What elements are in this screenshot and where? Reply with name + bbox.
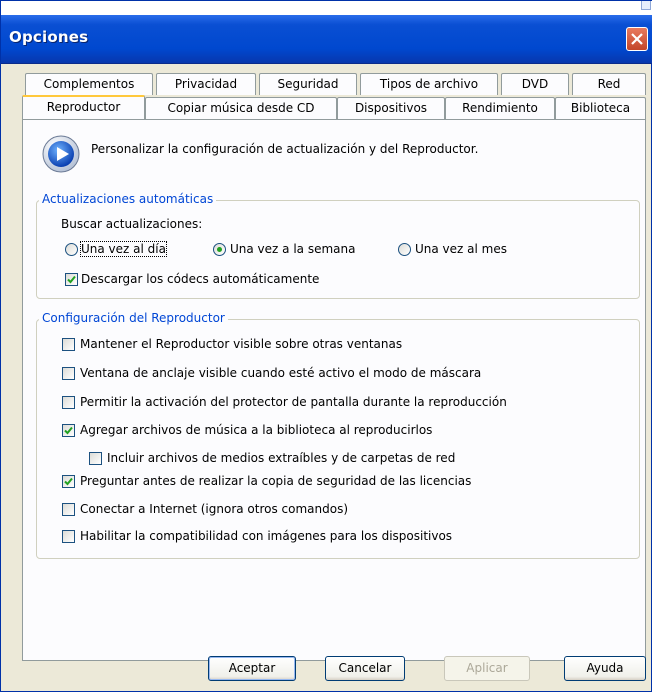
- dock-window-checkbox[interactable]: [62, 367, 75, 380]
- cancel-button[interactable]: Cancelar: [325, 656, 405, 681]
- corner-decoration: [641, 1, 651, 10]
- tab-seguridad[interactable]: Seguridad: [259, 73, 357, 95]
- media-player-icon: [42, 135, 80, 173]
- image-compat-checkbox[interactable]: [62, 530, 75, 543]
- window-title: Opciones: [9, 28, 89, 46]
- connect-internet-label[interactable]: Conectar a Internet (ignora otros comand…: [80, 502, 348, 516]
- tab-reproductor[interactable]: Reproductor: [22, 95, 145, 119]
- include-removable-checkbox[interactable]: [89, 452, 102, 465]
- screensaver-label[interactable]: Permitir la activación del protector de …: [80, 395, 507, 409]
- keep-on-top-checkbox[interactable]: [62, 338, 75, 351]
- dock-window-label[interactable]: Ventana de anclaje visible cuando esté a…: [80, 366, 481, 380]
- options-dialog: Opciones Complementos Privacidad Segurid…: [0, 0, 652, 692]
- help-button[interactable]: Ayuda: [564, 656, 646, 681]
- codecs-checkbox[interactable]: [65, 273, 78, 286]
- tab-red[interactable]: Red: [572, 73, 646, 95]
- ok-button[interactable]: Aceptar: [208, 656, 296, 681]
- radio-daily[interactable]: [65, 243, 78, 256]
- tab-copiar-musica[interactable]: Copiar música desde CD: [145, 97, 337, 119]
- radio-monthly-label[interactable]: Una vez al mes: [415, 242, 507, 256]
- auto-updates-title: Actualizaciones automáticas: [39, 192, 217, 206]
- checkmark-icon: [64, 477, 73, 486]
- player-settings-group: [36, 319, 640, 559]
- add-music-label[interactable]: Agregar archivos de música a la bibliote…: [80, 423, 432, 437]
- header-description: Personalizar la configuración de actuali…: [91, 142, 479, 156]
- checkmark-icon: [67, 275, 76, 284]
- license-backup-checkbox[interactable]: [62, 475, 75, 488]
- keep-on-top-label[interactable]: Mantener el Reproductor visible sobre ot…: [80, 337, 402, 351]
- close-button[interactable]: [626, 27, 648, 51]
- tab-complementos[interactable]: Complementos: [25, 73, 153, 95]
- add-music-checkbox[interactable]: [62, 424, 75, 437]
- image-compat-label[interactable]: Habilitar la compatibilidad con imágenes…: [80, 529, 452, 543]
- radio-monthly[interactable]: [398, 243, 411, 256]
- codecs-label[interactable]: Descargar los códecs automáticamente: [81, 272, 319, 286]
- connect-internet-checkbox[interactable]: [62, 503, 75, 516]
- top-strip: [1, 1, 652, 15]
- title-bar[interactable]: Opciones: [1, 15, 652, 64]
- tab-dvd[interactable]: DVD: [501, 73, 569, 95]
- close-icon: [631, 33, 643, 45]
- tab-tipos-de-archivo[interactable]: Tipos de archivo: [360, 73, 498, 95]
- player-settings-title: Configuración del Reproductor: [39, 311, 228, 325]
- screensaver-checkbox[interactable]: [62, 396, 75, 409]
- radio-weekly-label[interactable]: Una vez a la semana: [230, 242, 355, 256]
- radio-daily-label[interactable]: Una vez al día: [80, 241, 167, 257]
- tab-dispositivos[interactable]: Dispositivos: [337, 97, 445, 119]
- check-updates-label: Buscar actualizaciones:: [61, 217, 203, 231]
- tab-biblioteca[interactable]: Biblioteca: [555, 97, 646, 119]
- apply-button[interactable]: Aplicar: [444, 656, 530, 681]
- include-removable-label[interactable]: Incluir archivos de medios extraíbles y …: [107, 451, 455, 465]
- license-backup-label[interactable]: Preguntar antes de realizar la copia de …: [80, 474, 471, 488]
- checkmark-icon: [64, 426, 73, 435]
- tab-rendimiento[interactable]: Rendimiento: [445, 97, 555, 119]
- radio-selected-dot: [217, 247, 222, 252]
- radio-weekly[interactable]: [213, 243, 226, 256]
- tab-privacidad[interactable]: Privacidad: [156, 73, 256, 95]
